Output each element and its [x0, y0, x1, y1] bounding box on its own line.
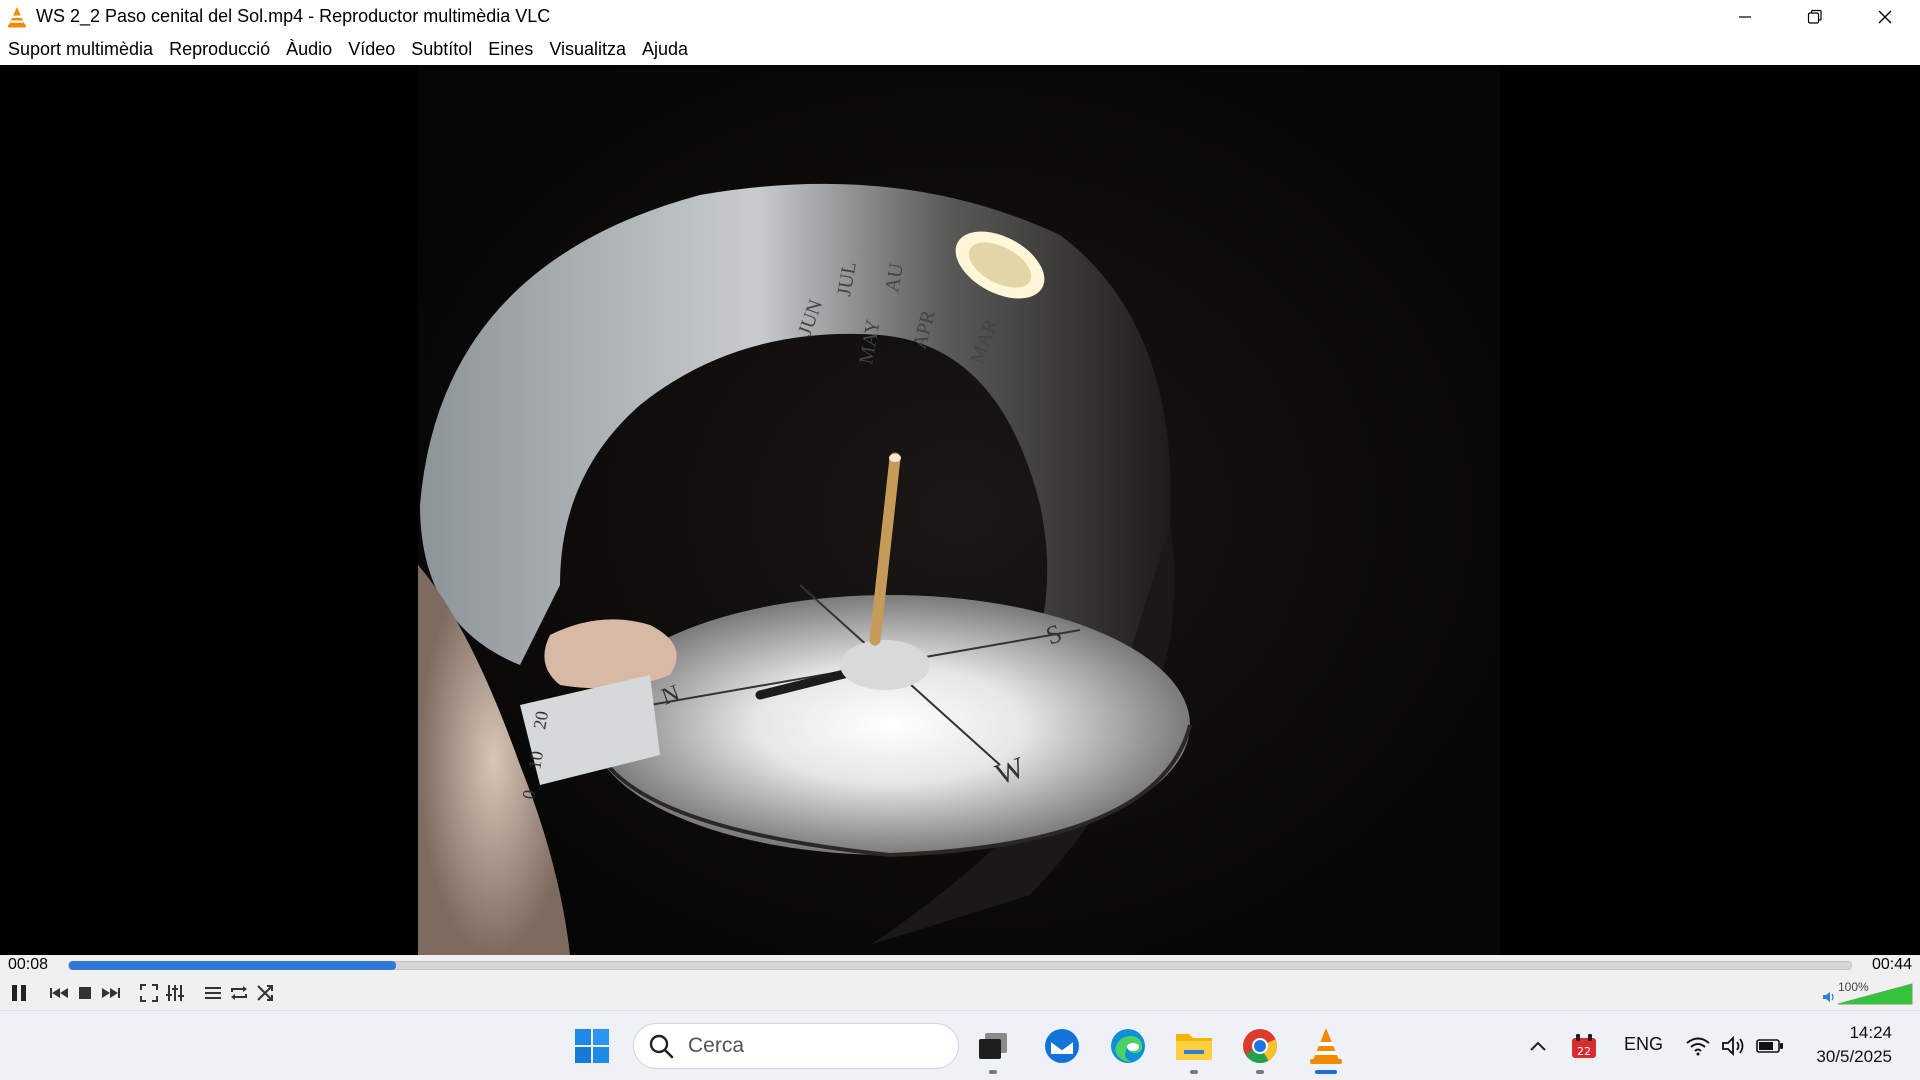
- task-view-icon: [979, 1033, 1007, 1059]
- windows-start-icon: [575, 1029, 609, 1063]
- loop-icon: [231, 986, 247, 1000]
- video-content: [418, 65, 1500, 955]
- volume-slider[interactable]: 100%: [1822, 980, 1914, 1006]
- calendar-icon: 22: [1572, 1034, 1596, 1058]
- taskbar-edge[interactable]: [1106, 1024, 1150, 1068]
- restore-icon: [1807, 9, 1822, 24]
- taskbar-chrome[interactable]: [1238, 1024, 1282, 1074]
- title-bar[interactable]: WS 2_2 Paso cenital del Sol.mp4 - Reprod…: [0, 0, 1920, 33]
- wifi-icon: [1686, 1037, 1710, 1056]
- fullscreen-button[interactable]: [136, 980, 162, 1006]
- taskbar-thunderbird[interactable]: [1040, 1024, 1084, 1068]
- vlc-active-indicator: [1315, 1070, 1337, 1074]
- stop-button[interactable]: [72, 980, 98, 1006]
- window-controls: [1710, 0, 1920, 33]
- task-view-indicator: [989, 1070, 997, 1074]
- clock[interactable]: 14:24 30/5/2025: [1816, 1021, 1892, 1069]
- previous-button[interactable]: [46, 980, 72, 1006]
- edge-icon: [1111, 1029, 1145, 1063]
- menu-tools[interactable]: Eines: [480, 33, 541, 65]
- minimize-icon: [1739, 15, 1751, 18]
- playlist-button[interactable]: [200, 980, 226, 1006]
- file-explorer-icon: [1176, 1034, 1212, 1060]
- battery-icon: [1756, 1039, 1783, 1053]
- seek-progress: [69, 961, 396, 970]
- menu-playback[interactable]: Reproducció: [161, 33, 278, 65]
- playback-controls: 100%: [0, 975, 1920, 1010]
- menu-bar: Suport multimèdia Reproducció Àudio Víde…: [0, 33, 1920, 65]
- clock-date: 30/5/2025: [1816, 1047, 1892, 1066]
- speaker-tray-icon: [1722, 1035, 1744, 1057]
- search-icon: [649, 1034, 674, 1059]
- next-icon: [102, 988, 120, 998]
- playlist-icon: [205, 987, 221, 999]
- battery-button[interactable]: [1748, 1024, 1792, 1068]
- seek-slider[interactable]: [68, 961, 1852, 970]
- stop-icon: [79, 987, 91, 999]
- video-text-scale-10: 10: [524, 749, 547, 770]
- start-button[interactable]: [570, 1024, 614, 1068]
- elapsed-time: 00:08: [8, 956, 49, 973]
- fullscreen-icon: [140, 984, 158, 1002]
- previous-icon: [50, 988, 68, 998]
- menu-subtitle[interactable]: Subtítol: [403, 33, 480, 65]
- calendar-badge: 22: [1577, 1045, 1591, 1058]
- shuffle-icon: [257, 985, 273, 1001]
- extended-settings-button[interactable]: [162, 980, 188, 1006]
- clock-time: 14:24: [1849, 1023, 1892, 1042]
- pause-button[interactable]: [6, 980, 32, 1006]
- taskbar-search[interactable]: Cerca: [633, 1023, 959, 1069]
- pause-icon: [12, 985, 26, 1001]
- next-button[interactable]: [98, 980, 124, 1006]
- total-time: 00:44: [1871, 956, 1912, 973]
- equalizer-icon: [166, 985, 184, 1001]
- vlc-icon: [1310, 1028, 1342, 1064]
- file-explorer-indicator: [1190, 1070, 1198, 1074]
- video-frame[interactable]: JUN JUL MAY AU APR MAR S W N 20 10 0: [0, 65, 1920, 955]
- chrome-indicator: [1256, 1070, 1264, 1074]
- vlc-cone-icon: [6, 6, 28, 28]
- chevron-up-icon: [1530, 1041, 1546, 1051]
- video-text-scale-20: 20: [529, 709, 552, 730]
- menu-audio[interactable]: Àudio: [278, 33, 340, 65]
- language-indicator[interactable]: ENG: [1624, 1034, 1663, 1055]
- menu-view[interactable]: Visualitza: [541, 33, 634, 65]
- show-hidden-icons-button[interactable]: [1516, 1024, 1560, 1068]
- calendar-tray-button[interactable]: 22: [1562, 1024, 1606, 1068]
- task-view-button[interactable]: [971, 1024, 1015, 1074]
- taskbar: Cerca 22 ENG 14:24 30/5/2025: [0, 1010, 1920, 1080]
- speaker-icon: [1823, 992, 1834, 1002]
- menu-video[interactable]: Vídeo: [340, 33, 403, 65]
- close-icon: [1878, 10, 1892, 23]
- vlc-window: WS 2_2 Paso cenital del Sol.mp4 - Reprod…: [0, 0, 1920, 1080]
- loop-button[interactable]: [226, 980, 252, 1006]
- menu-help[interactable]: Ajuda: [634, 33, 696, 65]
- shuffle-button[interactable]: [252, 980, 278, 1006]
- close-button[interactable]: [1850, 0, 1920, 33]
- minimize-button[interactable]: [1710, 0, 1780, 33]
- thunderbird-icon: [1045, 1029, 1079, 1063]
- window-title: WS 2_2 Paso cenital del Sol.mp4 - Reprod…: [36, 6, 551, 26]
- restore-button[interactable]: [1780, 0, 1850, 33]
- menu-media[interactable]: Suport multimèdia: [0, 33, 161, 65]
- taskbar-file-explorer[interactable]: [1172, 1024, 1216, 1074]
- search-placeholder: Cerca: [688, 1034, 745, 1057]
- chrome-icon: [1243, 1029, 1277, 1063]
- taskbar-vlc[interactable]: [1304, 1024, 1348, 1074]
- seek-row: 00:08 00:44: [0, 955, 1920, 975]
